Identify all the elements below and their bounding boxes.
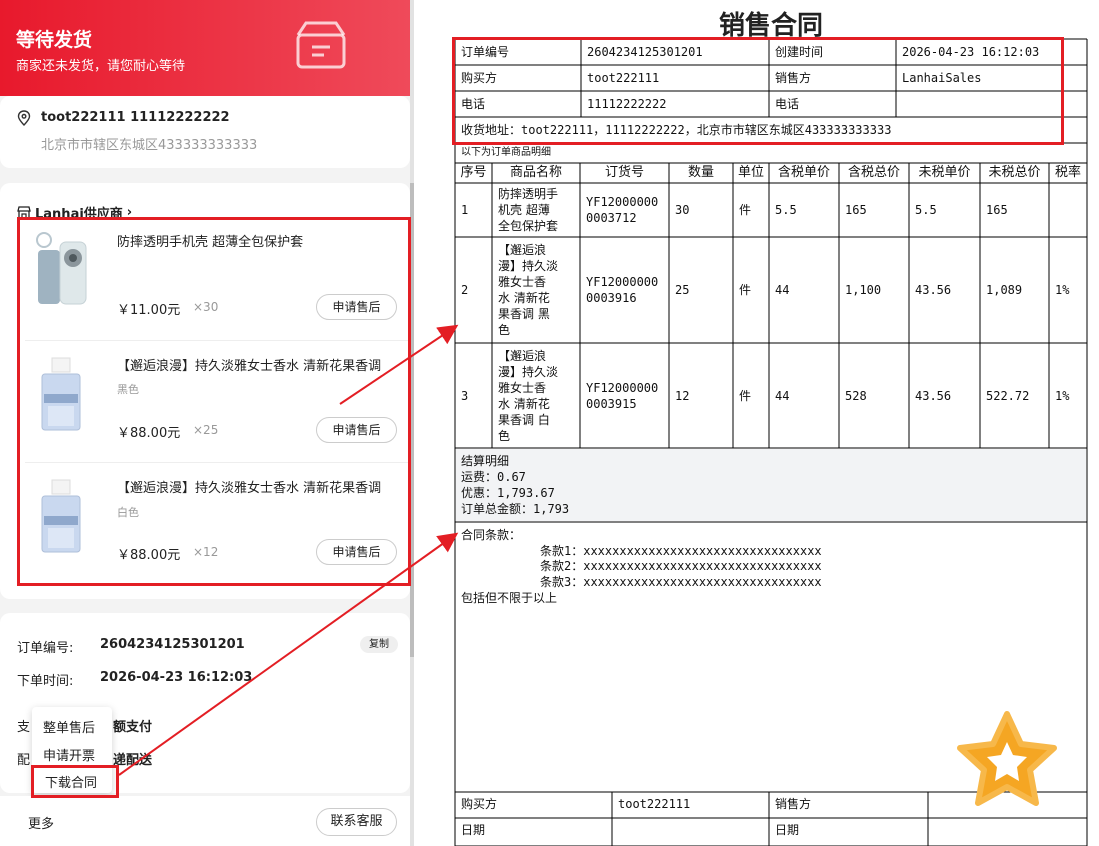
app: 等待发货 商家还未发货，请您耐心等待 toot222111 1111222222…: [0, 0, 1099, 846]
status-header: 等待发货 商家还未发货，请您耐心等待: [0, 0, 410, 96]
table-cell: 30: [675, 203, 690, 217]
goods-highlight-box: [17, 217, 411, 586]
recipient-address: 北京市市辖区东城区433333333333: [41, 138, 258, 153]
sign-buyer-label: 购买方: [461, 797, 498, 811]
list-caption: 以下为订单商品明细: [461, 147, 551, 158]
table-cell: 43.56: [915, 283, 952, 297]
order-time-label: 下单时间:: [17, 674, 74, 689]
menu-item-request-invoice[interactable]: 申请开票: [43, 745, 95, 764]
terms-footer: 包括但不限于以上: [461, 591, 558, 605]
table-cell: 件: [739, 283, 752, 297]
column-header: 单位: [737, 165, 764, 180]
sign-buyer: toot222111: [618, 797, 691, 811]
table-cell: 522.72: [986, 389, 1030, 403]
table-cell: YF12000000 0003712: [586, 195, 659, 225]
settlement-freight: 运费：0.67: [461, 470, 526, 484]
sign-date-label-2: 日期: [775, 823, 800, 837]
contact-service-button[interactable]: 联系客服: [316, 808, 397, 836]
column-header: 序号: [460, 165, 487, 180]
star-icon[interactable]: [952, 706, 1062, 816]
sign-date-label: 日期: [461, 823, 486, 837]
table-cell: 43.56: [915, 389, 952, 403]
column-header: 含税总价: [847, 165, 900, 180]
address-card[interactable]: [0, 96, 410, 168]
column-header: 税率: [1054, 165, 1081, 180]
sign-seller-label: 销售方: [775, 797, 812, 811]
settlement-title: 结算明细: [461, 454, 510, 468]
box-icon: [296, 21, 346, 69]
payment-value: 额支付: [113, 720, 153, 735]
settlement-discount: 优惠：1,793.67: [461, 486, 555, 500]
table-cell: 165: [986, 203, 1008, 217]
location-icon: [17, 110, 31, 126]
more-button[interactable]: 更多: [28, 813, 54, 832]
order-time-value: 2026-04-23 16:12:03: [100, 670, 253, 685]
table-cell: 44: [775, 389, 790, 403]
term-3: 条款3：xxxxxxxxxxxxxxxxxxxxxxxxxxxxxxxxx: [540, 575, 822, 589]
table-cell: 【邂逅浪 漫】持久淡 雅女士香 水 清新花 果香调 黑 色: [498, 243, 559, 337]
table-cell: 防摔透明手 机壳 超薄 全包保护套: [498, 187, 559, 233]
order-no-value: 2604234125301201: [100, 637, 245, 652]
table-cell: 5.5: [915, 203, 937, 217]
table-cell: 1: [461, 203, 469, 217]
download-highlight-box: [31, 765, 119, 798]
table-cell: 12: [675, 389, 690, 403]
delivery-label: 配: [17, 753, 31, 768]
table-cell: 1,100: [845, 283, 882, 297]
column-header: 含税单价: [777, 165, 830, 180]
table-cell: 1,089: [986, 283, 1023, 297]
status-title: 等待发货: [16, 29, 93, 51]
menu-item-full-after-sales[interactable]: 整单售后: [43, 717, 95, 736]
table-cell: 25: [675, 283, 690, 297]
table-cell: 528: [845, 389, 867, 403]
settlement-total: 订单总金额：1,793: [461, 502, 570, 516]
column-header: 商品名称: [509, 165, 562, 180]
column-header: 未税单价: [918, 165, 971, 180]
terms-title: 合同条款：: [461, 528, 522, 542]
order-no-label: 订单编号:: [17, 641, 74, 656]
table-cell: 1%: [1055, 389, 1070, 403]
recipient-name-phone: toot222111 11112222222: [41, 110, 230, 125]
status-subtitle: 商家还未发货，请您耐心等待: [16, 59, 186, 74]
table-cell: 件: [739, 203, 752, 217]
table-cell: 1%: [1055, 283, 1070, 297]
table-cell: 【邂逅浪 漫】持久淡 雅女士香 水 清新花 果香调 白 色: [498, 349, 559, 443]
header-highlight-box: [452, 37, 1064, 145]
table-cell: YF12000000 0003915: [586, 381, 659, 411]
column-header: 未税总价: [988, 165, 1041, 180]
table-cell: 5.5: [775, 203, 797, 217]
term-1: 条款1：xxxxxxxxxxxxxxxxxxxxxxxxxxxxxxxxx: [540, 544, 822, 558]
table-cell: 44: [775, 283, 790, 297]
table-cell: 165: [845, 203, 867, 217]
table-cell: YF12000000 0003916: [586, 275, 659, 305]
table-cell: 件: [739, 389, 752, 403]
table-cell: 3: [461, 389, 469, 403]
payment-label: 支: [17, 720, 31, 735]
table-cell: 2: [461, 283, 469, 297]
copy-button[interactable]: 复制: [360, 636, 398, 653]
term-2: 条款2：xxxxxxxxxxxxxxxxxxxxxxxxxxxxxxxxx: [540, 559, 822, 573]
column-header: 订货号: [604, 165, 644, 180]
column-header: 数量: [687, 165, 714, 180]
